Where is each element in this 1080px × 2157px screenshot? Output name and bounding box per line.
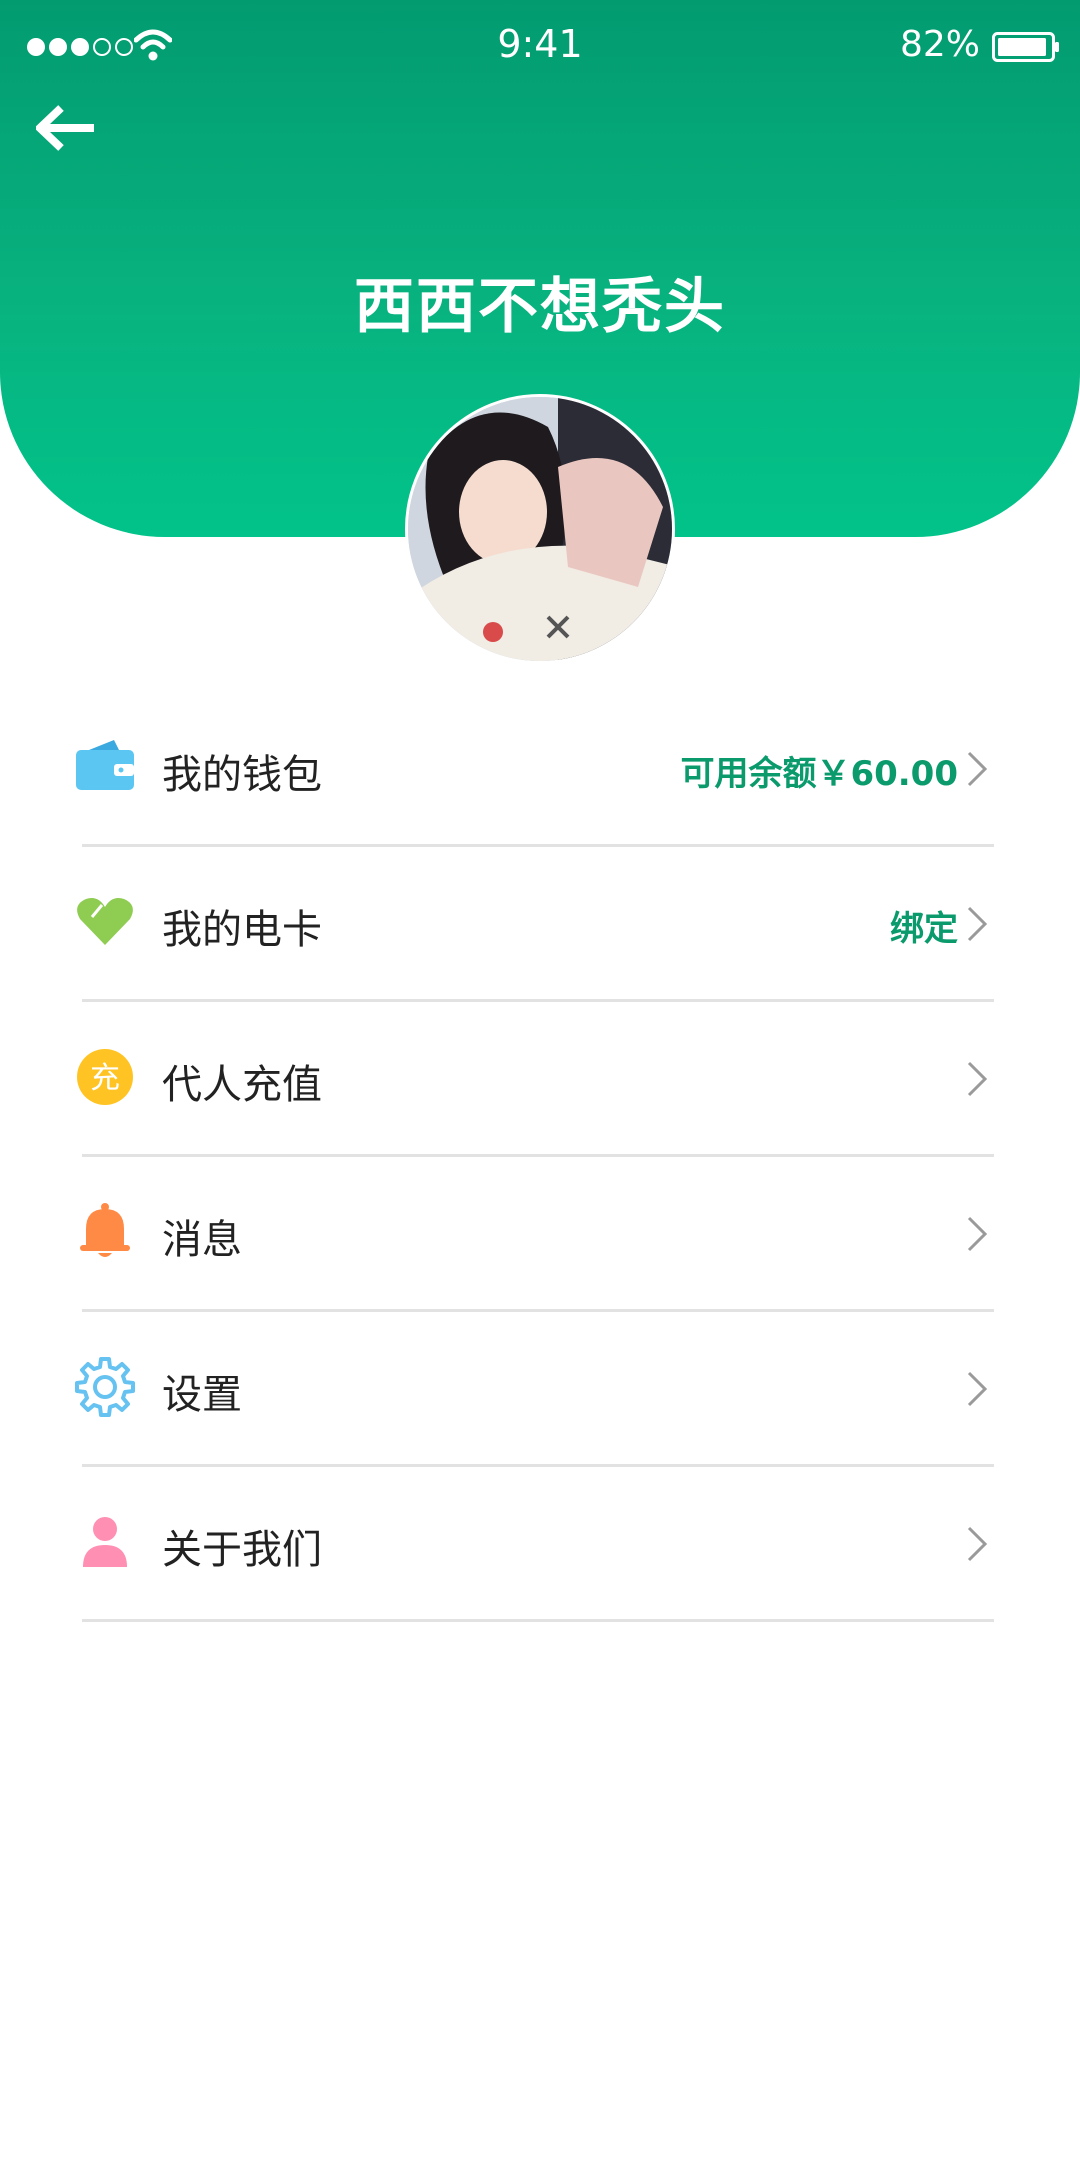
menu-item-about[interactable]: 关于我们 xyxy=(0,1467,1080,1622)
chevron-right-icon xyxy=(967,1526,988,1562)
avatar-image xyxy=(408,397,672,661)
chevron-right-icon xyxy=(967,1061,988,1097)
person-icon xyxy=(83,1517,127,1567)
chevron-right-icon xyxy=(967,751,988,787)
menu-item-wallet[interactable]: 我的钱包 可用余额￥60.00 xyxy=(0,692,1080,847)
menu-item-recharge[interactable]: 充 代人充值 xyxy=(0,1002,1080,1157)
page-title: 西西不想秃头 xyxy=(354,272,726,342)
bell-icon xyxy=(80,1203,130,1257)
wallet-icon xyxy=(76,740,134,790)
chevron-right-icon xyxy=(967,1216,988,1252)
avatar[interactable] xyxy=(405,394,675,664)
chevron-right-icon xyxy=(967,906,988,942)
chevron-right-icon xyxy=(967,1371,988,1407)
divider xyxy=(82,1619,994,1622)
back-arrow-icon[interactable] xyxy=(36,104,98,152)
about-label: 关于我们 xyxy=(162,1527,322,1573)
ecard-label: 我的电卡 xyxy=(162,907,322,953)
recharge-icon: 充 xyxy=(77,1049,133,1105)
ecard-bind-link[interactable]: 绑定 xyxy=(890,901,958,950)
svg-text:充: 充 xyxy=(90,1061,120,1096)
messages-label: 消息 xyxy=(162,1217,242,1263)
menu-item-messages[interactable]: 消息 xyxy=(0,1157,1080,1312)
settings-label: 设置 xyxy=(162,1372,242,1418)
battery-icon xyxy=(992,32,1059,62)
wallet-balance: 可用余额￥60.00 xyxy=(680,754,958,794)
heart-card-icon xyxy=(77,898,133,945)
battery-percentage: 82% xyxy=(899,24,980,65)
status-bar: 9:41 82% xyxy=(0,0,1080,96)
menu-list: 我的钱包 可用余额￥60.00 我的电卡 绑定 充 代人充值 消息 设置 关于我… xyxy=(0,692,1080,1622)
menu-item-ecard[interactable]: 我的电卡 绑定 xyxy=(0,847,1080,1002)
gear-icon xyxy=(75,1357,135,1417)
recharge-label: 代人充值 xyxy=(162,1062,322,1108)
wallet-label: 我的钱包 xyxy=(162,752,322,798)
menu-item-settings[interactable]: 设置 xyxy=(0,1312,1080,1467)
